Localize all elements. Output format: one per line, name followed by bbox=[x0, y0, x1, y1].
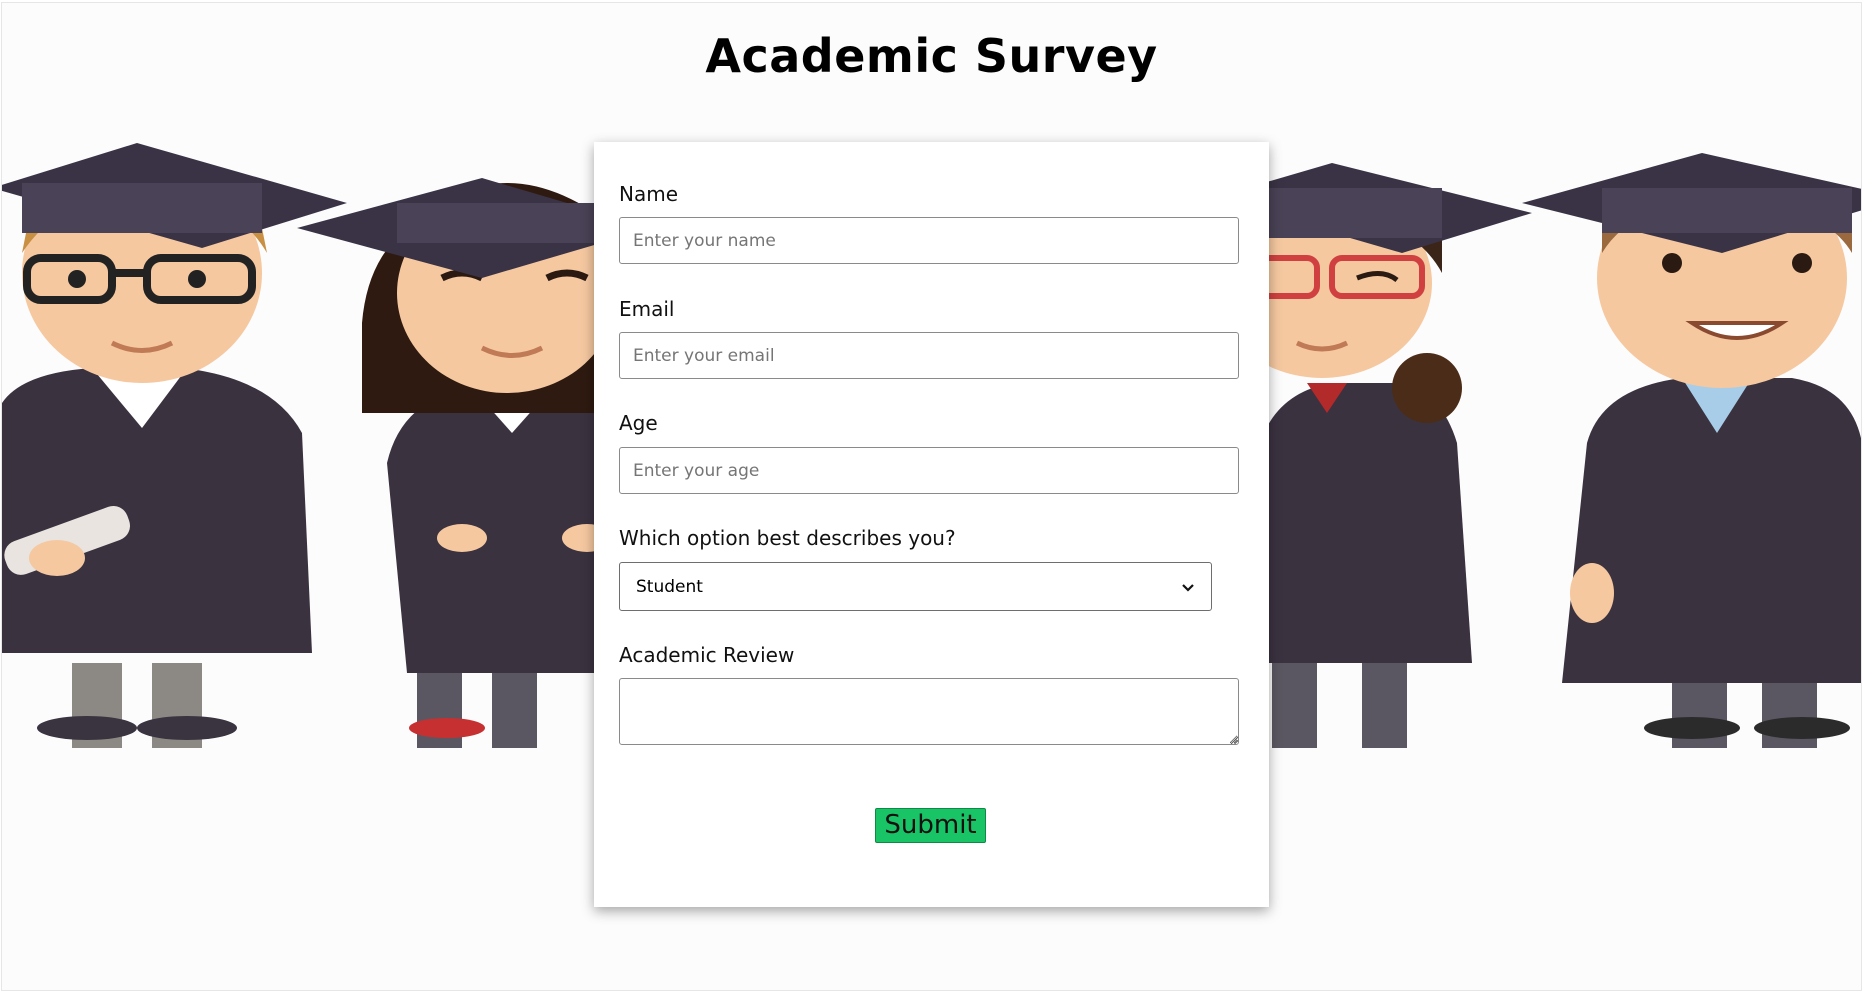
survey-form-card: Name Email Age Which option best describ… bbox=[594, 142, 1269, 907]
email-input[interactable] bbox=[619, 332, 1239, 379]
survey-page: Academic Survey Name Enter your name Ema… bbox=[1, 2, 1862, 991]
email-label: Email bbox=[619, 297, 675, 321]
graduate-figure-4 bbox=[1522, 153, 1861, 748]
role-select-value: Student bbox=[636, 576, 703, 597]
chevron-down-icon bbox=[1182, 583, 1194, 592]
role-select-label: Which option best describes you? bbox=[619, 526, 956, 550]
review-textarea[interactable] bbox=[619, 678, 1239, 745]
review-label: Academic Review bbox=[619, 643, 795, 667]
graduate-figure-1 bbox=[2, 143, 347, 748]
page-title: Academic Survey bbox=[705, 29, 1158, 83]
name-input[interactable] bbox=[619, 217, 1239, 264]
age-input[interactable] bbox=[619, 447, 1239, 494]
resize-grip-icon[interactable] bbox=[1230, 736, 1238, 744]
submit-button[interactable]: Submit bbox=[875, 808, 986, 843]
age-label: Age bbox=[619, 411, 658, 435]
name-label: Name bbox=[619, 182, 679, 206]
role-select[interactable]: Student bbox=[619, 562, 1212, 611]
